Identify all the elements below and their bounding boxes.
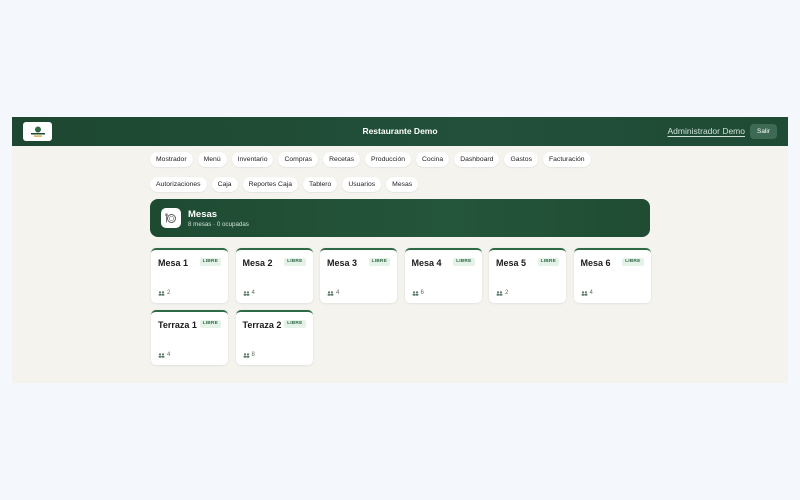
nav-caja[interactable]: Caja <box>211 177 238 192</box>
nav-usuarios[interactable]: Usuarios <box>342 177 382 192</box>
plate-icon <box>161 208 181 228</box>
logo-icon <box>30 126 45 137</box>
table-name: Terraza 1 <box>158 320 197 330</box>
table-card-mesa-4[interactable]: Mesa 4 LIBRE 6 <box>404 248 482 303</box>
table-name: Mesa 1 <box>158 258 189 268</box>
seat-count-value: 6 <box>420 290 424 296</box>
logout-button[interactable]: Salir <box>749 124 777 139</box>
seat-count-value: 4 <box>251 290 255 296</box>
status-badge: LIBRE <box>199 258 221 266</box>
people-icon <box>243 290 249 296</box>
table-name: Mesa 6 <box>580 258 611 268</box>
nav-inventario[interactable]: Inventario <box>231 152 274 167</box>
seat-count-value: 4 <box>589 290 593 296</box>
nav-recetas[interactable]: Recetas <box>323 152 360 167</box>
table-name: Mesa 5 <box>496 258 527 268</box>
nav-menu[interactable]: Menú <box>197 152 227 167</box>
seat-count: 8 <box>243 352 255 358</box>
status-badge: LIBRE <box>368 258 390 266</box>
seat-count: 4 <box>243 290 255 296</box>
people-icon <box>581 290 587 296</box>
seat-count: 4 <box>158 352 170 358</box>
people-icon <box>327 290 334 296</box>
people-icon <box>158 290 165 296</box>
app-window: Restaurante Demo Administrador Demo Sali… <box>12 117 788 383</box>
table-card-terraza-1[interactable]: Terraza 1 LIBRE 4 <box>151 310 228 365</box>
seat-count-value: 4 <box>336 290 340 296</box>
status-badge: LIBRE <box>284 258 306 266</box>
main-navigation: Mostrador Menú Inventario Compras Receta… <box>150 152 610 192</box>
nav-autorizaciones[interactable]: Autorizaciones <box>150 177 207 192</box>
nav-produccion[interactable]: Producción <box>365 152 412 167</box>
status-badge: LIBRE <box>199 320 221 328</box>
table-name: Terraza 2 <box>242 320 282 330</box>
people-icon <box>496 290 503 296</box>
top-bar: Restaurante Demo Administrador Demo Sali… <box>12 117 788 146</box>
table-card-mesa-6[interactable]: Mesa 6 LIBRE 4 <box>573 248 651 303</box>
restaurant-logo[interactable] <box>23 122 52 141</box>
table-card-mesa-5[interactable]: Mesa 5 LIBRE 2 <box>489 248 566 303</box>
nav-reportes-caja[interactable]: Reportes Caja <box>242 177 299 192</box>
table-name: Mesa 3 <box>327 258 358 268</box>
seat-count-value: 2 <box>167 290 171 296</box>
table-card-mesa-3[interactable]: Mesa 3 LIBRE 4 <box>320 248 397 303</box>
people-icon <box>158 352 165 358</box>
seat-count-value: 8 <box>251 352 255 358</box>
table-card-terraza-2[interactable]: Terraza 2 LIBRE 8 <box>235 310 313 365</box>
seat-count-value: 2 <box>505 290 509 296</box>
table-card-mesa-1[interactable]: Mesa 1 LIBRE 2 <box>151 248 228 303</box>
page-title: Mesas <box>188 209 218 220</box>
seat-count: 2 <box>158 290 170 296</box>
table-card-mesa-2[interactable]: Mesa 2 LIBRE 4 <box>235 248 313 303</box>
table-name: Mesa 4 <box>411 258 442 268</box>
seat-count: 2 <box>496 290 508 296</box>
status-badge: LIBRE <box>622 258 644 266</box>
tables-summary: 8 mesas · 0 ocupadas <box>188 221 249 228</box>
status-badge: LIBRE <box>537 258 559 266</box>
nav-facturacion[interactable]: Facturación <box>543 152 591 167</box>
nav-gastos[interactable]: Gastos <box>504 152 538 167</box>
nav-dashboard[interactable]: Dashboard <box>454 152 500 167</box>
seat-count-value: 4 <box>167 352 171 358</box>
seat-count: 6 <box>412 290 424 296</box>
seat-count: 4 <box>581 290 593 296</box>
nav-compras[interactable]: Compras <box>278 152 319 167</box>
status-badge: LIBRE <box>453 258 475 266</box>
nav-cocina[interactable]: Cocina <box>416 152 450 167</box>
seat-count: 4 <box>327 290 339 296</box>
nav-tablero[interactable]: Tablero <box>303 177 338 192</box>
nav-mesas[interactable]: Mesas <box>386 177 419 192</box>
user-name-link[interactable]: Administrador Demo <box>668 117 745 146</box>
tables-header-banner: Mesas 8 mesas · 0 ocupadas <box>150 199 650 237</box>
status-badge: LIBRE <box>284 320 306 328</box>
people-icon <box>243 352 249 358</box>
people-icon <box>412 290 418 296</box>
table-name: Mesa 2 <box>242 258 273 268</box>
nav-mostrador[interactable]: Mostrador <box>150 152 193 167</box>
tables-grid: Mesa 1 LIBRE 2 Mesa 2 LIBRE 4 Mesa 3 LIB… <box>151 248 651 365</box>
